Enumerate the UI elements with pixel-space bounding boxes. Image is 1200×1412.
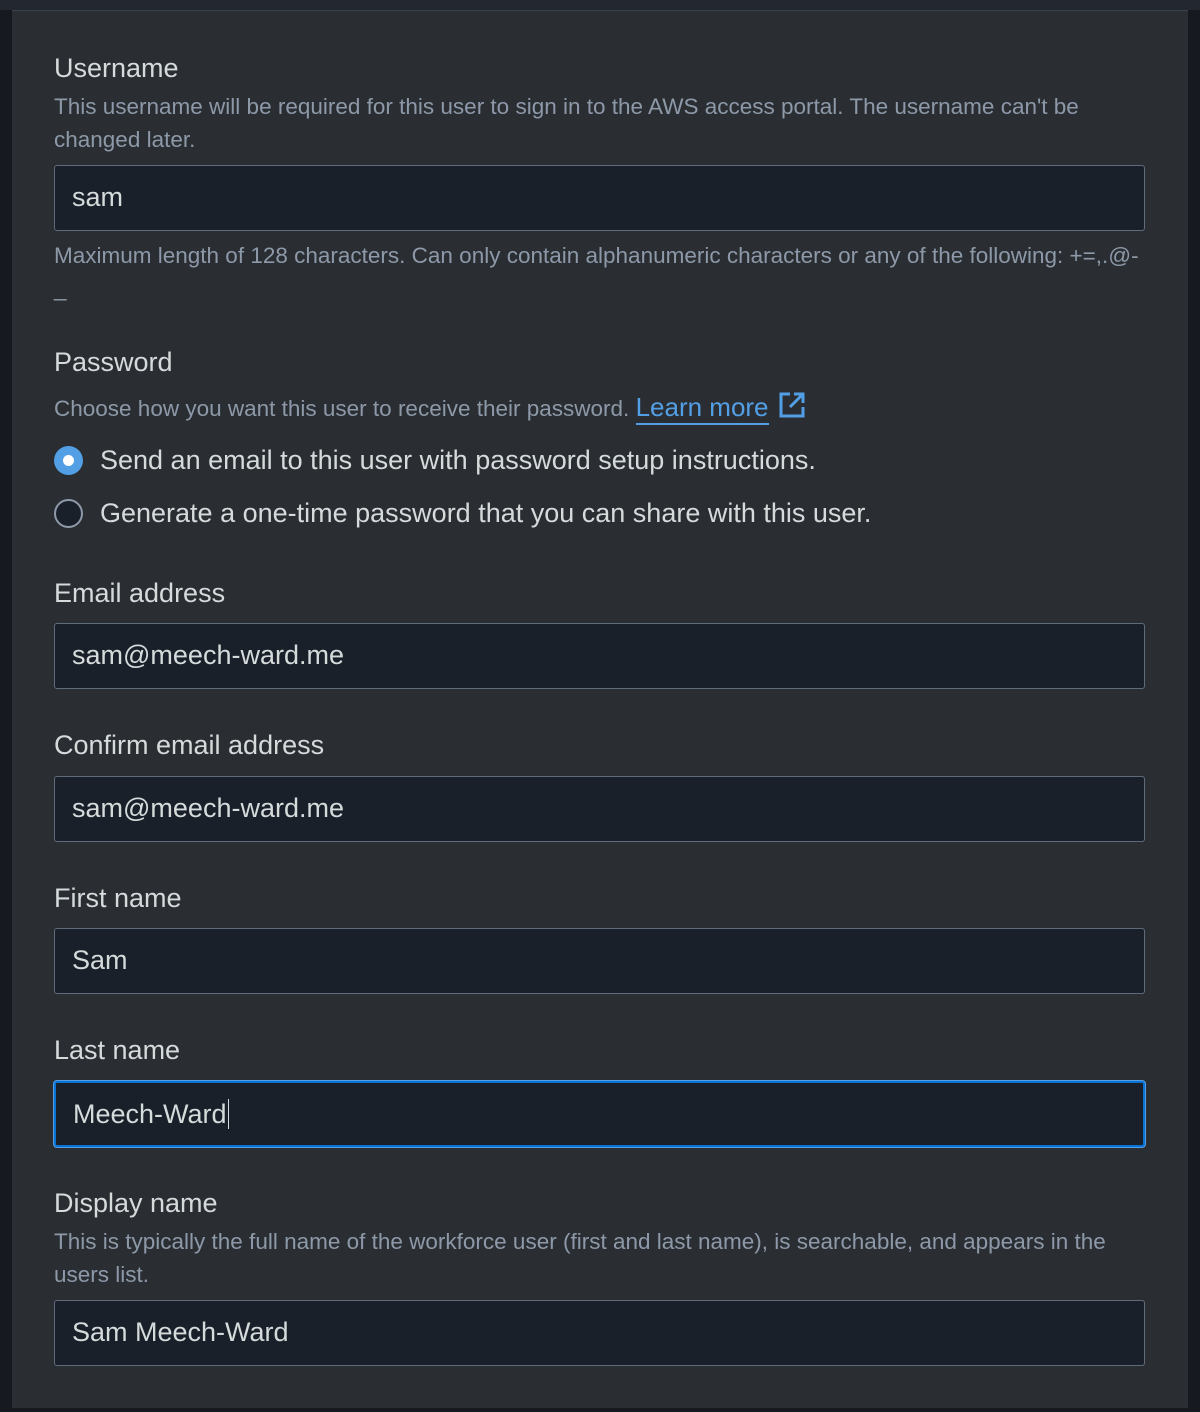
first-name-value: Sam [72,945,128,975]
confirm-email-input[interactable]: sam@meech-ward.me [54,776,1145,842]
radio-one-time-password-button[interactable] [54,498,83,528]
text-caret [227,1099,230,1129]
last-name-label: Last name [54,1035,181,1065]
email-label: Email address [54,578,226,608]
learn-more-link[interactable]: Learn more [635,392,769,425]
first-name-input[interactable]: Sam [54,928,1145,994]
first-name-label: First name [54,883,182,913]
display-name-label: Display name [54,1188,218,1218]
password-description-row: Choose how you want this user to receive… [54,390,1154,429]
email-input[interactable]: sam@meech-ward.me [54,623,1145,689]
username-label: Username [54,53,179,83]
confirm-email-value: sam@meech-ward.me [72,793,344,823]
email-value: sam@meech-ward.me [72,640,344,670]
external-link-icon[interactable] [777,390,807,429]
radio-send-email-button[interactable] [54,445,83,475]
username-value: sam [72,182,124,212]
radio-one-time-password[interactable]: Generate a one-time password that you ca… [54,497,871,529]
password-label: Password [54,347,173,377]
learn-more-label: Learn more [635,392,769,422]
username-description: This username will be required for this … [54,94,1079,152]
username-constraint: Maximum length of 128 characters. Can on… [54,243,1139,301]
password-description: Choose how you want this user to receive… [54,396,630,421]
confirm-email-label: Confirm email address [54,730,325,760]
radio-send-email[interactable]: Send an email to this user with password… [54,444,816,476]
radio-one-time-password-label: Generate a one-time password that you ca… [100,498,872,528]
top-strip [0,0,1200,10]
radio-send-email-label: Send an email to this user with password… [100,445,816,475]
display-name-value: Sam Meech-Ward [72,1317,289,1347]
display-name-description: This is typically the full name of the w… [54,1229,1106,1287]
username-input[interactable]: sam [54,165,1145,231]
last-name-input[interactable]: Meech-Ward [54,1081,1145,1147]
display-name-input[interactable]: Sam Meech-Ward [54,1300,1145,1366]
last-name-value: Meech-Ward [73,1099,227,1129]
